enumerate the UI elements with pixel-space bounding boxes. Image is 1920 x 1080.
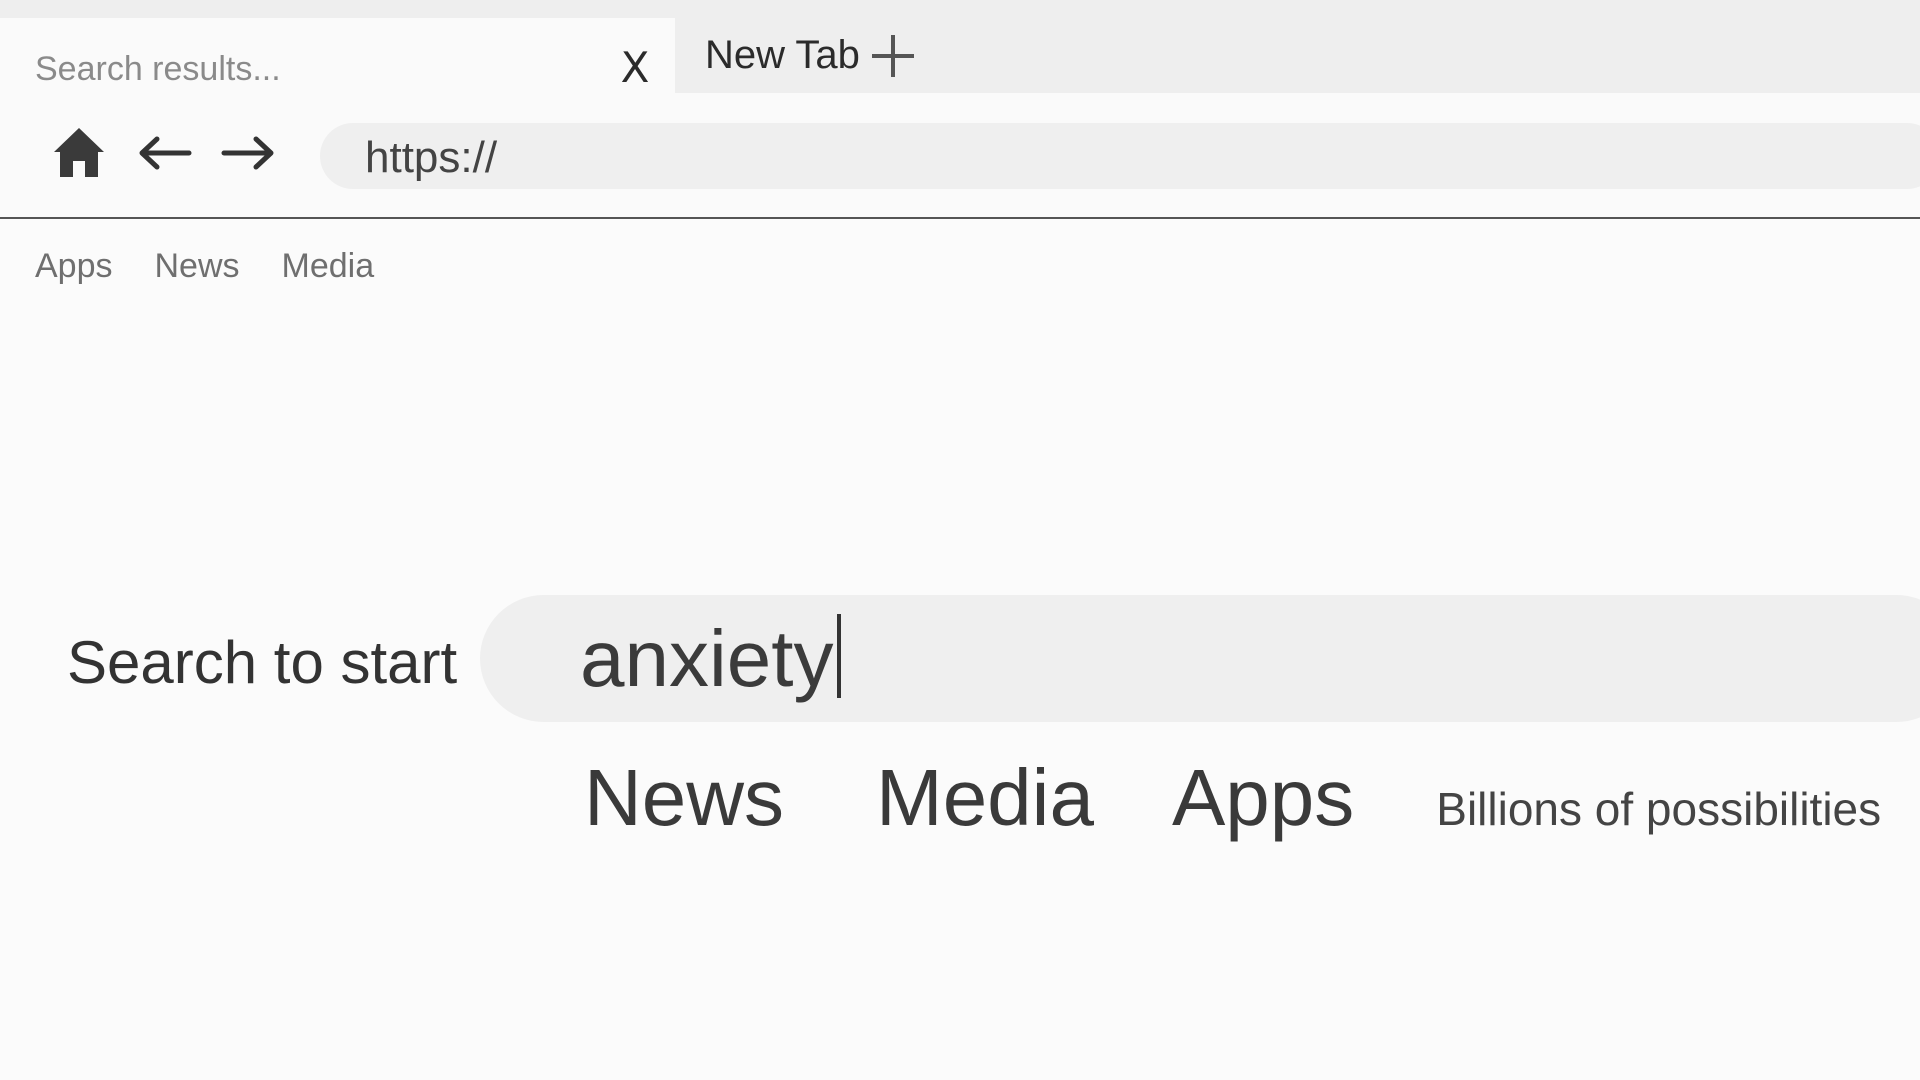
close-tab-button[interactable]: X — [617, 47, 653, 89]
home-icon — [54, 128, 104, 177]
search-label: Search to start — [67, 629, 458, 696]
back-button[interactable] — [137, 125, 193, 181]
search-input[interactable]: anxiety — [480, 595, 1920, 722]
tagline: Billions of possibilities — [1436, 783, 1882, 835]
tab-search-results[interactable]: Search results... X — [0, 18, 675, 93]
category-media[interactable]: Media — [876, 752, 1094, 844]
browser-window: Search results... X New Tab https:// App… — [0, 0, 1920, 1080]
text-caret — [837, 614, 842, 698]
bookmark-news[interactable]: News — [155, 247, 240, 286]
bookmark-apps[interactable]: Apps — [35, 247, 113, 286]
address-bar[interactable]: https:// — [320, 123, 1920, 189]
tab-strip: Search results... X New Tab — [0, 0, 1920, 93]
arrow-right-icon — [221, 136, 274, 170]
toolbar: https:// — [0, 93, 1920, 219]
search-query-text: anxiety — [580, 614, 834, 703]
url-text: https:// — [365, 133, 498, 182]
tab-title: Search results... — [35, 50, 281, 88]
bookmarks-bar: Apps News Media — [35, 244, 416, 288]
category-links: News Media Apps Billions of possibilitie… — [584, 752, 1881, 842]
new-tab-label: New Tab — [705, 33, 860, 77]
arrow-left-icon — [139, 136, 192, 170]
category-news[interactable]: News — [584, 752, 784, 844]
category-apps[interactable]: Apps — [1172, 752, 1354, 844]
forward-button[interactable] — [220, 125, 276, 181]
search-value: anxiety — [580, 613, 842, 705]
new-tab-button[interactable]: New Tab — [705, 18, 914, 93]
bookmark-media[interactable]: Media — [282, 247, 375, 286]
plus-icon[interactable] — [871, 34, 914, 77]
home-button[interactable] — [52, 125, 106, 181]
